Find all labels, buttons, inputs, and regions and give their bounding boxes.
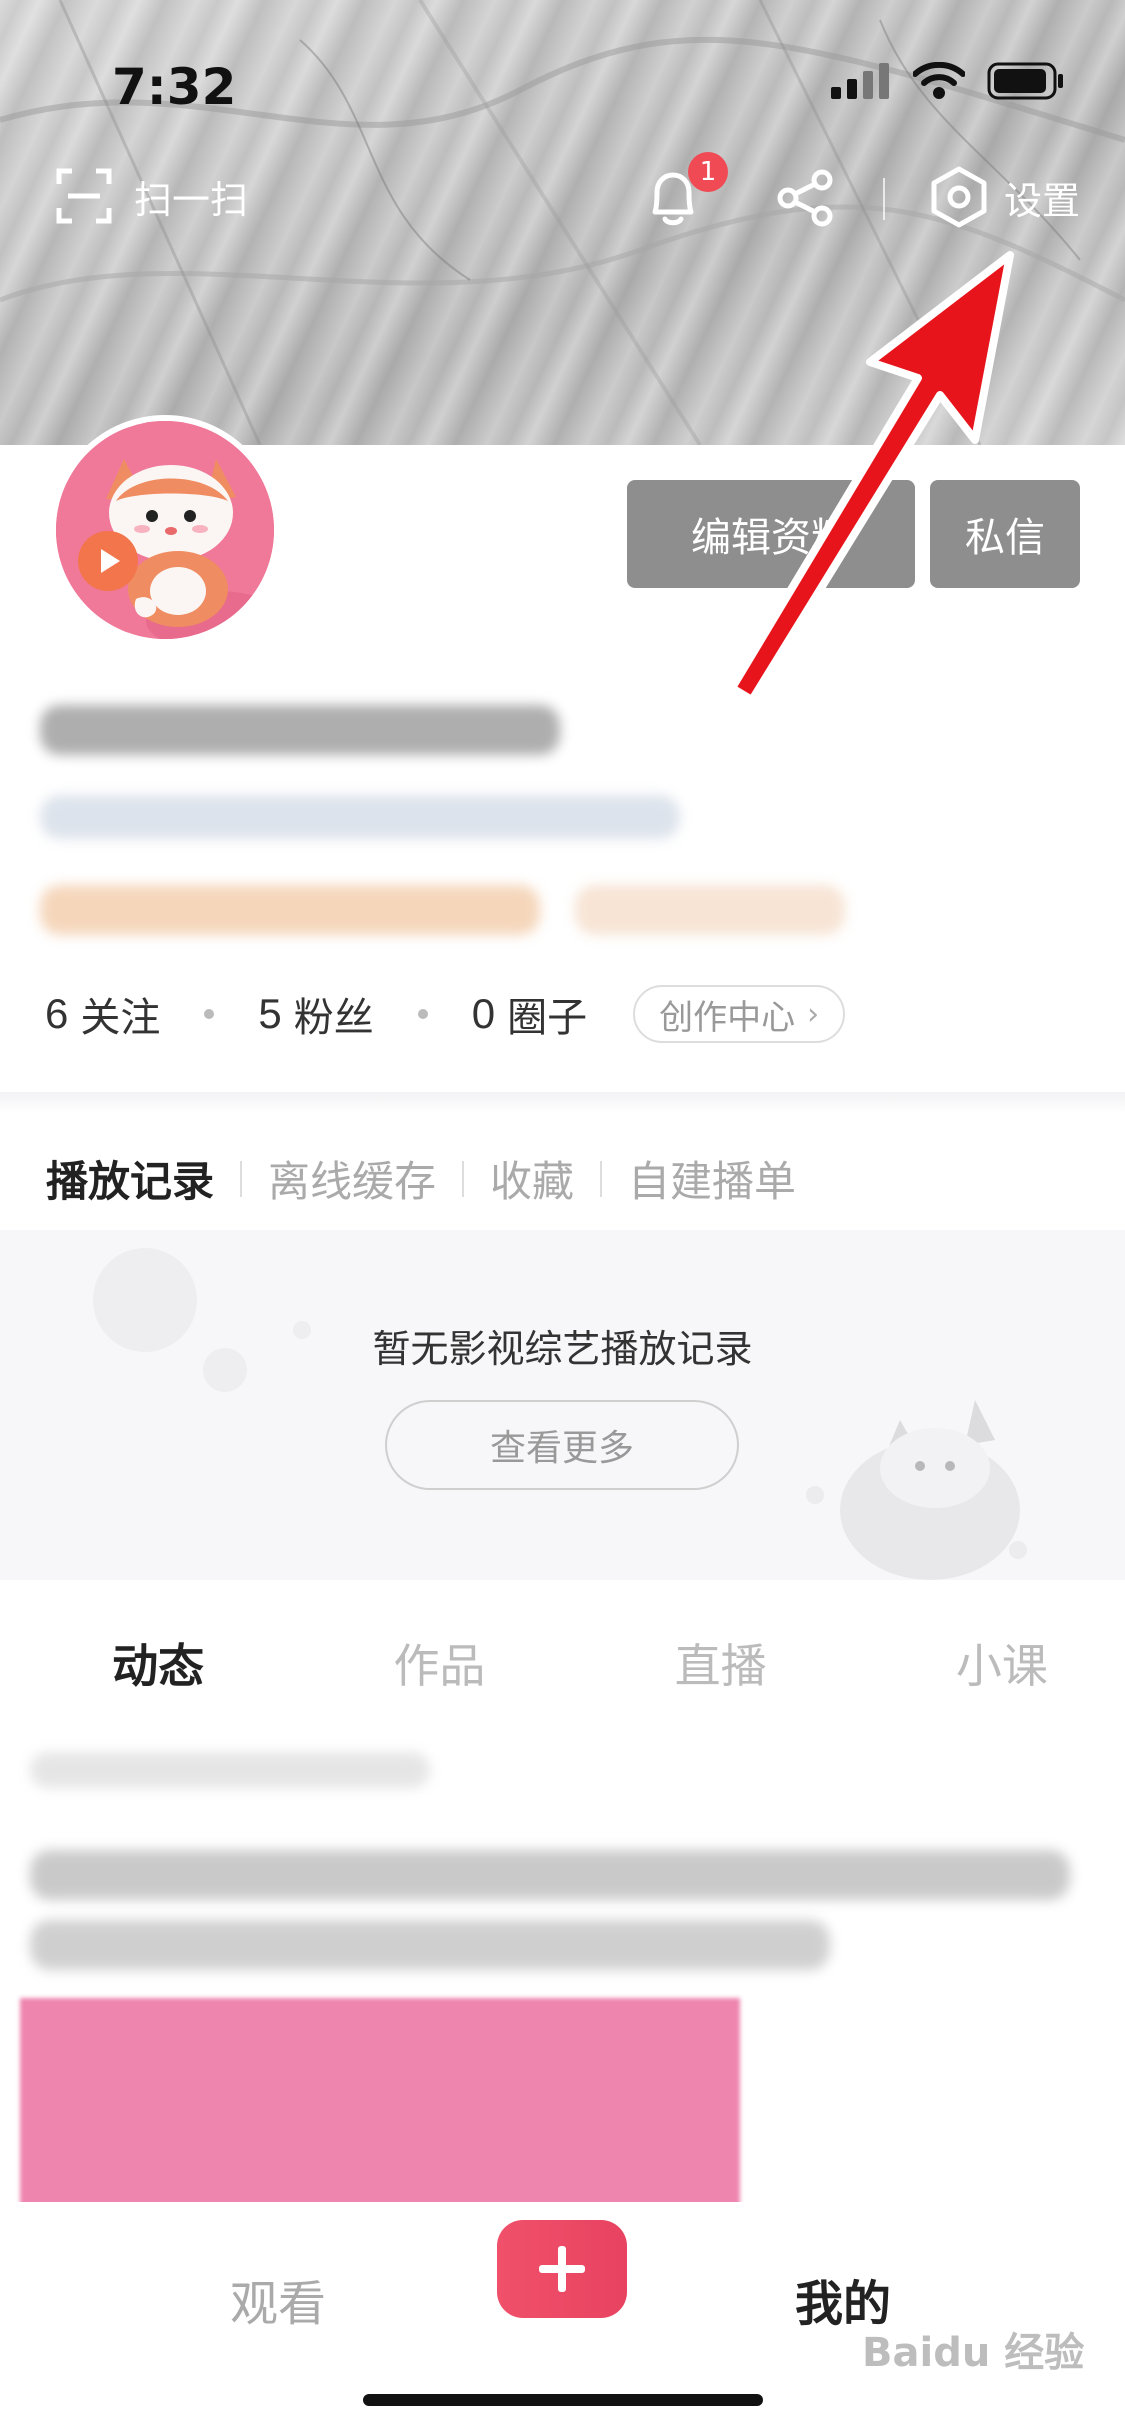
- red-annotation-arrow-icon: [728, 251, 1014, 704]
